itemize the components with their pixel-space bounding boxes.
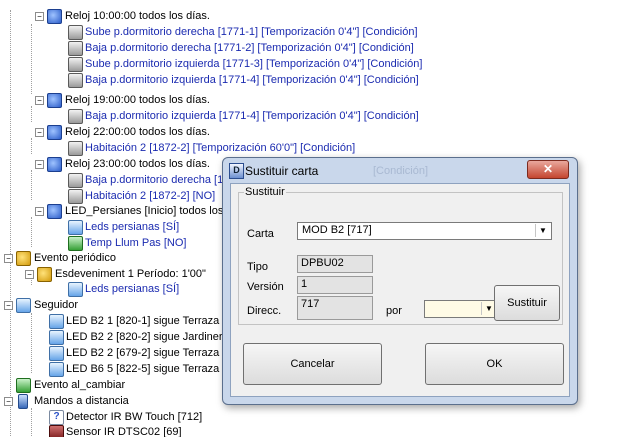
tree-item-label: Evento al_cambiar [34,379,126,391]
collapse-icon[interactable]: − [35,128,44,137]
tipo-value: DPBU02 [301,257,344,269]
clock-icon [16,251,31,266]
ir-sensor-icon [49,425,64,437]
tree-item-label: Reloj 22:00:00 todos los días. [65,126,210,138]
direcc-field: 717 [297,296,373,320]
direcc-value: 717 [301,298,320,310]
collapse-icon[interactable]: − [25,270,34,279]
led-icon [49,330,64,345]
tree-item-label: Reloj 23:00:00 todos los días. [65,158,210,170]
sustituir-carta-dialog: D Sustituir carta [Condición] ✕ Sustitui… [222,157,578,405]
remote-icon [18,394,28,409]
clock-icon [47,157,62,172]
module-icon [68,141,83,156]
tree-item-label: Leds persianas [SÍ] [85,283,180,295]
tree-item-label: Evento periódico [34,252,116,264]
tree-item-label: Baja p.dormitorio izquierda [1771-4] [Te… [85,110,419,122]
dialog-title: Sustituir carta [245,164,319,178]
cancel-button[interactable]: Cancelar [243,343,382,385]
tree-item-label: Baja p.dormitorio izquierda [1771-4] [Te… [85,74,419,86]
clock-icon [37,267,52,282]
tree-item-label: Habitación 2 [1872-2] [Temporización 60'… [85,142,356,154]
clock-icon [47,9,62,24]
carta-select[interactable]: MOD B2 [717] ▼ [297,222,552,240]
follower-icon [16,298,31,313]
tree-item-label: Sube p.dormitorio izquierda [1771-3] [Te… [85,58,423,70]
sustituir-group: Sustituir Carta MOD B2 [717] ▼ Tipo DPBU… [238,186,563,325]
collapse-icon[interactable]: − [35,207,44,216]
por-select[interactable]: ▼ [424,300,498,318]
collapse-icon[interactable]: − [35,12,44,21]
led-icon [49,362,64,377]
tree-item-label: Reloj 10:00:00 todos los días. [65,10,210,22]
tree-item-label: Baja p.dormitorio derecha [1 [85,174,224,186]
dialog-body: Sustituir Carta MOD B2 [717] ▼ Tipo DPBU… [230,183,570,397]
module-icon [68,41,83,56]
tree-item-label: Esdeveniment 1 Período: 1'00" [55,268,206,280]
module-icon [68,109,83,124]
tree-item-label: LED B6 5 [822-5] sigue Terraza [66,363,220,375]
version-value: 1 [301,278,308,290]
led-icon [68,220,83,235]
timer-icon [68,236,83,251]
background-text: [Condición] [373,165,429,177]
clock-icon [47,125,62,140]
led-icon [68,282,83,297]
tree-item-label: LED_Persianes [Inicio] todos los [65,205,224,217]
module-icon [68,73,83,88]
tree-item-label: Detector IR BW Touch [712] [66,411,203,423]
tree-item-label: Temp Llum Pas [NO] [85,237,187,249]
tree-item-label: Baja p.dormitorio derecha [1771-2] [Temp… [85,42,414,54]
tree-item-label: LED B2 2 [820-2] sigue Jardinera [66,331,229,343]
module-icon [68,189,83,204]
ok-button[interactable]: OK [425,343,564,385]
app-icon: D [229,163,244,179]
carta-value: MOD B2 [717] [302,224,372,236]
collapse-icon[interactable]: − [35,96,44,105]
module-icon [68,25,83,40]
tree-item-label: Sensor IR DTSC02 [69] [66,426,182,437]
unknown-device-icon: ? [49,410,64,425]
collapse-icon[interactable]: − [35,160,44,169]
direcc-label: Direcc. [247,305,282,317]
tree-item-label: LED B2 2 [679-2] sigue Terraza [66,347,220,359]
module-icon [68,173,83,188]
collapse-icon[interactable]: − [4,254,13,263]
clock-icon [47,204,62,219]
tree-item-label: Sube p.dormitorio derecha [1771-1] [Temp… [85,26,418,38]
sustituir-button[interactable]: Sustituir [494,285,560,321]
carta-label: Carta [247,228,274,240]
tree-item-label: Seguidor [34,299,79,311]
module-icon [68,57,83,72]
close-button[interactable]: ✕ [527,160,569,179]
tree-item-label: Mandos a distancia [34,395,129,407]
version-label: Versión [247,281,284,293]
collapse-icon[interactable]: − [4,397,13,406]
collapse-icon[interactable]: − [4,301,13,310]
tree-item-label: LED B2 1 [820-1] sigue Terraza [66,315,220,327]
tipo-field: DPBU02 [297,255,373,273]
clock-icon [47,93,62,108]
chevron-down-icon[interactable]: ▼ [535,224,550,237]
tree-item-label: Reloj 19:00:00 todos los días. [65,94,210,106]
led-icon [49,346,64,361]
tree-item-label: Leds persianas [SÍ] [85,221,180,233]
change-event-icon [16,378,31,393]
led-icon [49,314,64,329]
group-label: Sustituir [244,186,286,198]
tree-item-label: Habitación 2 [1872-2] [NO] [85,190,216,202]
tipo-label: Tipo [247,261,268,273]
por-label: por [386,305,402,317]
version-field: 1 [297,276,373,294]
